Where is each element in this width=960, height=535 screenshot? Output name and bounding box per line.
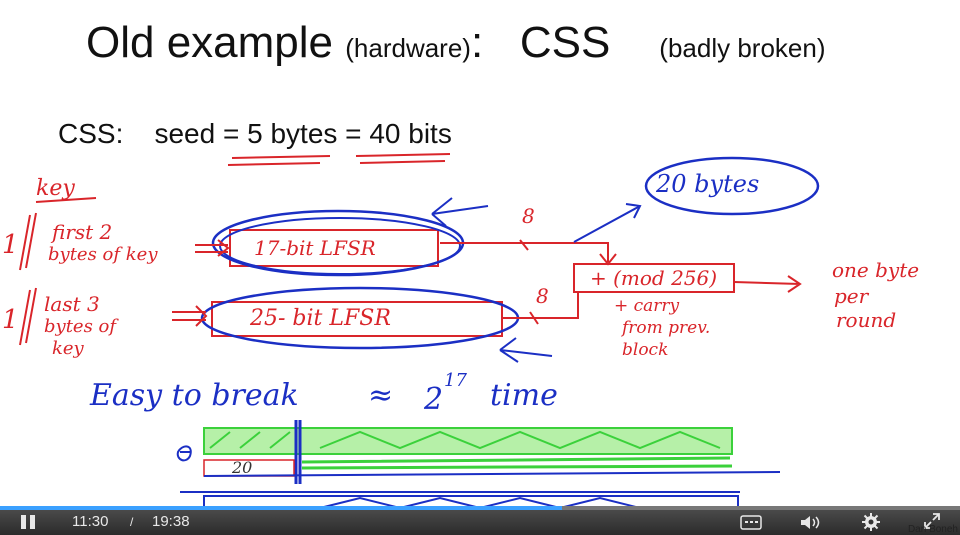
hw-bytes-of-key: bytes of key [48,244,158,265]
settings-icon[interactable] [862,513,880,535]
hw-easy: Easy to break [90,378,299,413]
slide: Old example (hardware): CSS (badly broke… [0,0,960,510]
credit: Dan Boneh [907,524,958,535]
blue-line-1 [203,471,781,477]
current-time: 11:30 [72,513,109,530]
hw-lfsr25: 25- bit LFSR [250,306,391,331]
underline-bytes [227,155,331,166]
hw-approx: ≈ [368,378,394,413]
hw-mod256: + (mod 256) [590,266,718,290]
output-arrow [733,275,802,293]
plus-circle [176,445,192,462]
hw-twenty-bytes: 20 bytes [656,170,760,198]
hw-key2: key [52,338,84,359]
arrow-into-25 [172,305,208,327]
hw-last3: last 3 [44,292,100,316]
hw-first2: first 2 [52,220,113,244]
twenty-bytes-arrow [573,203,642,243]
hw-carry3: block [622,340,669,360]
hw-lfsr17: 17-bit LFSR [254,236,376,260]
lfsr17-arrow [431,197,489,227]
duration: 19:38 [152,513,190,530]
underline-bits [355,153,451,164]
hw-exp: 17 [444,370,467,391]
hw-eight-top: 8 [522,204,535,228]
hw-output1: one byte [832,258,920,282]
time-separator: / [130,515,134,529]
green-stripe [301,456,733,470]
last-bars [19,287,37,346]
hw-carry1: + carry [614,296,680,316]
line-17-to-adder [440,242,617,266]
hw-one-b: 1 [2,305,19,335]
hw-carry2: from prev. [622,318,711,338]
slash-top [519,239,529,251]
pause-icon[interactable] [20,514,36,534]
hw-output2: per [834,284,869,308]
green-bar [203,427,733,455]
hw-key: key [36,176,75,201]
hw-bytes-of: bytes of [44,316,117,337]
first-bars [19,212,37,271]
hw-output3: round [836,308,897,332]
hw-time: time [490,378,558,413]
captions-icon[interactable] [740,515,762,534]
hw-eight-bottom: 8 [536,284,549,308]
volume-icon[interactable] [800,514,822,535]
lfsr25-arrow [499,337,553,363]
hw-twenty: 20 [232,458,253,477]
hw-two: 2 [424,382,444,417]
player-controls: 11:30 / 19:38 Dan Boneh [0,510,960,535]
hw-one-a: 1 [2,230,19,260]
